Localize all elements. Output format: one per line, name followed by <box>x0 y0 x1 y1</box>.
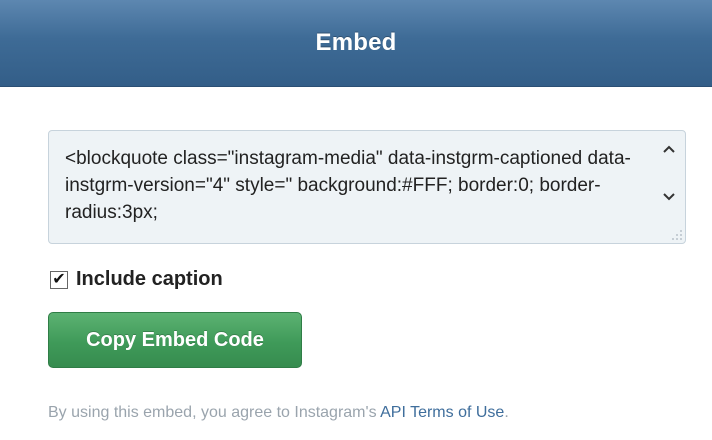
embed-code-text[interactable]: <blockquote class="instagram-media" data… <box>65 145 655 235</box>
scroll-down-arrow-icon[interactable] <box>661 189 677 205</box>
include-caption-label[interactable]: Include caption <box>76 268 223 291</box>
resize-grip-icon[interactable] <box>669 227 683 241</box>
embed-code-textarea[interactable]: <blockquote class="instagram-media" data… <box>48 130 686 244</box>
include-caption-row: ✔ Include caption <box>50 268 223 291</box>
copy-embed-code-button[interactable]: Copy Embed Code <box>48 312 302 368</box>
api-terms-link[interactable]: API Terms of Use <box>380 404 504 421</box>
terms-notice: By using this embed, you agree to Instag… <box>48 404 509 422</box>
modal-title: Embed <box>315 29 397 56</box>
modal-header: Embed <box>0 0 712 87</box>
scroll-up-arrow-icon[interactable] <box>661 141 677 157</box>
terms-suffix: . <box>504 404 509 421</box>
terms-prefix: By using this embed, you agree to Instag… <box>48 404 381 421</box>
include-caption-checkbox[interactable]: ✔ <box>50 270 68 289</box>
